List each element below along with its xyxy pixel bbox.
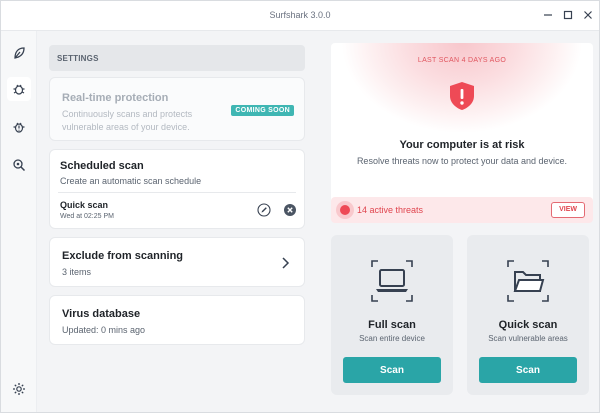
- sidebar-item-antivirus[interactable]: [7, 77, 31, 101]
- exclude-title: Exclude from scanning: [62, 250, 184, 262]
- realtime-protection-card: Real-time protection Continuously scans …: [49, 77, 305, 141]
- app-window: Surfshark 3.0.0 SETTINGS Real-time prote…: [0, 0, 600, 413]
- scheduled-scan-card[interactable]: Scheduled scan Create an automatic scan …: [49, 149, 305, 229]
- gear-icon: [13, 383, 25, 395]
- quick-scan-title: Quick scan: [498, 319, 558, 331]
- full-scan-subtitle: Scan entire device: [359, 334, 425, 343]
- active-threats-bar: 14 active threats VIEW: [331, 197, 593, 223]
- database-title: Virus database: [62, 308, 141, 320]
- risk-title: Your computer is at risk: [399, 139, 525, 151]
- settings-panel: SETTINGS Real-time protection Continuous…: [49, 45, 309, 405]
- sidebar: [1, 31, 37, 412]
- full-scan-button[interactable]: Scan: [343, 357, 441, 383]
- quick-scan-subtitle: Scan vulnerable areas: [488, 334, 568, 343]
- full-scan-card: Full scan Scan entire device Scan: [331, 235, 453, 395]
- active-threats-label: 14 active threats: [357, 205, 424, 215]
- folder-icon: [504, 257, 552, 305]
- laptop-icon: [368, 257, 416, 305]
- leaf-icon: [14, 47, 25, 59]
- quick-scan-button[interactable]: Scan: [479, 357, 577, 383]
- scheduled-description: Create an automatic scan schedule: [60, 176, 202, 186]
- bug-icon: [13, 84, 25, 95]
- maximize-icon[interactable]: [561, 8, 575, 22]
- title-bar: Surfshark 3.0.0: [1, 1, 599, 31]
- exclude-card[interactable]: Exclude from scanning 3 items: [49, 237, 305, 287]
- minimize-icon[interactable]: [541, 8, 555, 22]
- quick-scan-card: Quick scan Scan vulnerable areas Scan: [467, 235, 589, 395]
- sidebar-item-leaf[interactable]: [7, 41, 31, 65]
- view-threats-button[interactable]: VIEW: [551, 202, 585, 218]
- last-scan-label: LAST SCAN 4 DAYS AGO: [417, 57, 507, 64]
- chevron-right-icon: [279, 256, 291, 270]
- scheduled-item-time: Wed at 02:25 PM: [60, 213, 114, 220]
- close-icon[interactable]: [581, 8, 595, 22]
- exclude-count: 3 items: [62, 267, 92, 277]
- divider: [58, 192, 296, 193]
- search-bug-icon: [13, 159, 26, 172]
- coming-soon-badge: COMING SOON: [231, 105, 294, 116]
- sidebar-item-search[interactable]: [7, 153, 31, 177]
- edit-icon[interactable]: [257, 203, 271, 217]
- risk-hero: LAST SCAN 4 DAYS AGO Your computer is at…: [331, 43, 593, 213]
- database-updated: Updated: 0 mins ago: [62, 325, 146, 335]
- bug-alert-icon: [13, 122, 25, 133]
- threat-indicator-icon: [340, 205, 350, 215]
- realtime-description: Continuously scans and protects vulnerab…: [62, 109, 193, 132]
- risk-subtitle: Resolve threats now to protect your data…: [356, 156, 568, 166]
- virus-database-card: Virus database Updated: 0 mins ago: [49, 295, 305, 345]
- sidebar-item-threats[interactable]: [7, 115, 31, 139]
- sidebar-item-settings[interactable]: [7, 377, 31, 401]
- status-panel: LAST SCAN 4 DAYS AGO Your computer is at…: [319, 31, 599, 411]
- shield-alert-icon: [449, 81, 475, 111]
- full-scan-title: Full scan: [368, 319, 416, 331]
- window-title: Surfshark 3.0.0: [269, 10, 331, 20]
- settings-header: SETTINGS: [49, 45, 305, 71]
- realtime-title: Real-time protection: [62, 92, 169, 104]
- scheduled-title: Scheduled scan: [60, 160, 144, 172]
- scheduled-item-title: Quick scan: [60, 200, 109, 210]
- remove-icon[interactable]: [283, 203, 297, 217]
